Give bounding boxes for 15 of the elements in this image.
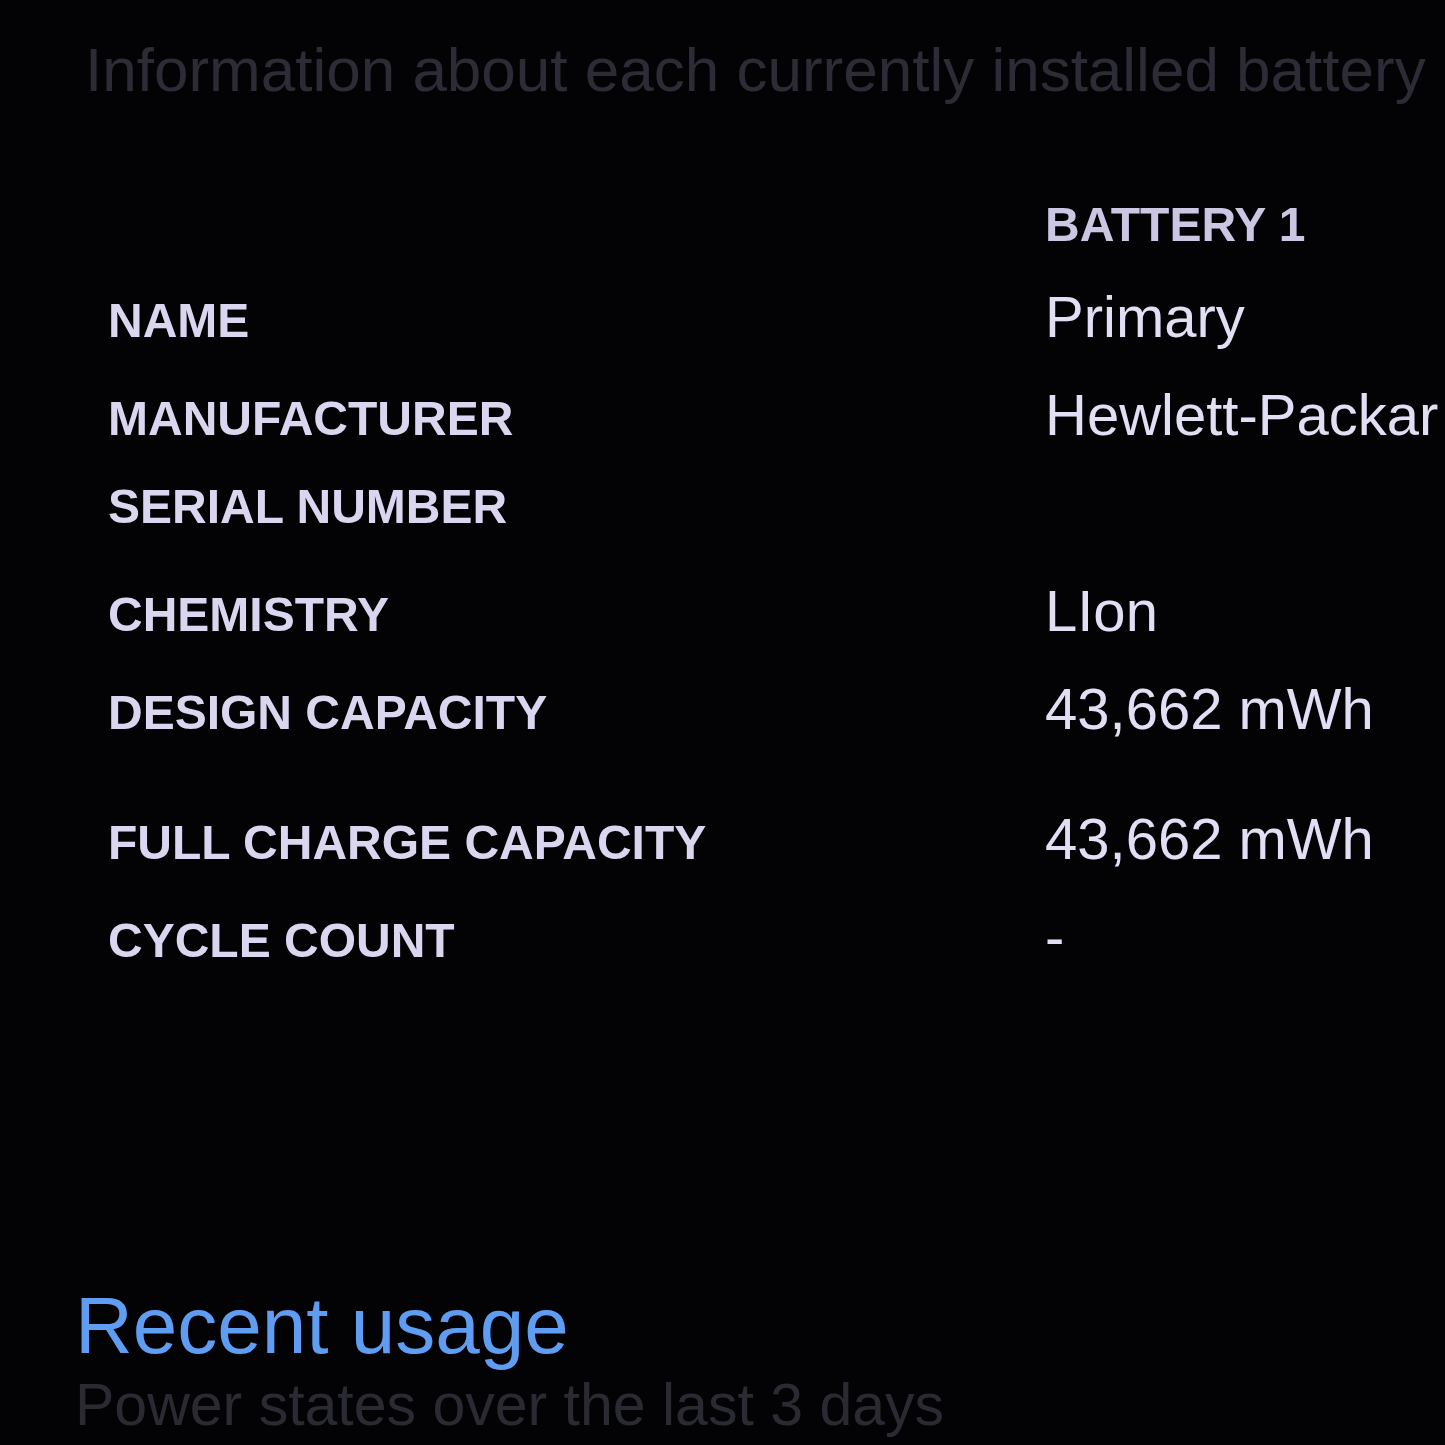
row-value: - xyxy=(1045,903,1065,971)
row-label: CYCLE COUNT xyxy=(108,913,455,969)
column-header: BATTERY 1 xyxy=(1045,197,1306,253)
row-label: SERIAL NUMBER xyxy=(108,479,508,535)
section-heading: Recent usage xyxy=(75,1280,569,1372)
row-label: MANUFACTURER xyxy=(108,391,514,447)
row-value: LIon xyxy=(1045,577,1158,645)
row-value: Primary xyxy=(1045,283,1245,351)
row-label: DESIGN CAPACITY xyxy=(108,685,548,741)
row-label: CHEMISTRY xyxy=(108,587,389,643)
row-label: NAME xyxy=(108,293,250,349)
row-value: Hewlett-Packar xyxy=(1045,381,1439,449)
row-label: FULL CHARGE CAPACITY xyxy=(108,815,707,871)
row-value: 43,662 mWh xyxy=(1045,805,1374,873)
row-value: 43,662 mWh xyxy=(1045,675,1374,743)
